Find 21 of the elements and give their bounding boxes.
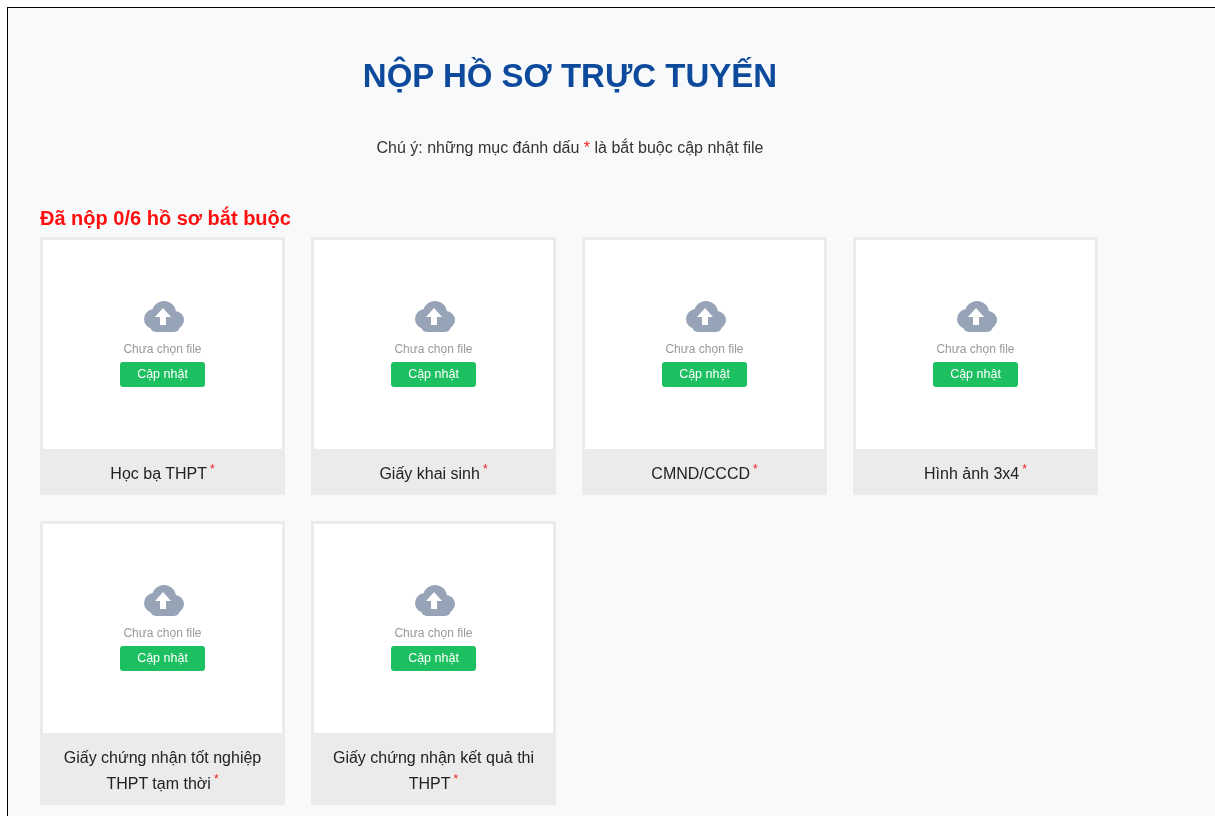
document-label: Giấy chứng nhận kết quả thi THPT $^{*}$ <box>331 748 536 794</box>
document-label: Giấy khai sinh $^{*}$ <box>378 460 489 484</box>
file-status: Chưa chọn file <box>936 342 1015 356</box>
update-button[interactable]: Cập nhật <box>933 362 1018 387</box>
update-button[interactable]: Cập nhật <box>662 362 747 387</box>
document-label: Học bạ THPT $^{*}$ <box>109 460 216 484</box>
note-text: Chú ý: những mục đánh dấu * là bắt buộc cập nhật file <box>375 138 765 158</box>
file-status: Chưa chọn file <box>123 626 202 640</box>
document-label: CMND/CCCD $^{*}$ <box>650 460 759 484</box>
file-status: Chưa chọn file <box>123 342 202 356</box>
update-button[interactable]: Cập nhật <box>391 362 476 387</box>
update-button[interactable]: Cập nhật <box>120 646 205 671</box>
file-status: Chưa chọn file <box>394 342 473 356</box>
document-label: Hình ảnh 3x4 $^{*}$ <box>923 460 1028 484</box>
file-status: Chưa chọn file <box>394 626 473 640</box>
update-button[interactable]: Cập nhật <box>391 646 476 671</box>
submitted-count: Đã nộp 0/6 hồ sơ bắt buộc <box>40 206 292 230</box>
file-status: Chưa chọn file <box>665 342 744 356</box>
document-label: Giấy chứng nhận tốt nghiệp THPT tạm thời $^{*}$ <box>62 748 263 794</box>
update-button[interactable]: Cập nhật <box>120 362 205 387</box>
page-title: NỘP HỒ SƠ TRỰC TUYẾN <box>361 57 779 95</box>
